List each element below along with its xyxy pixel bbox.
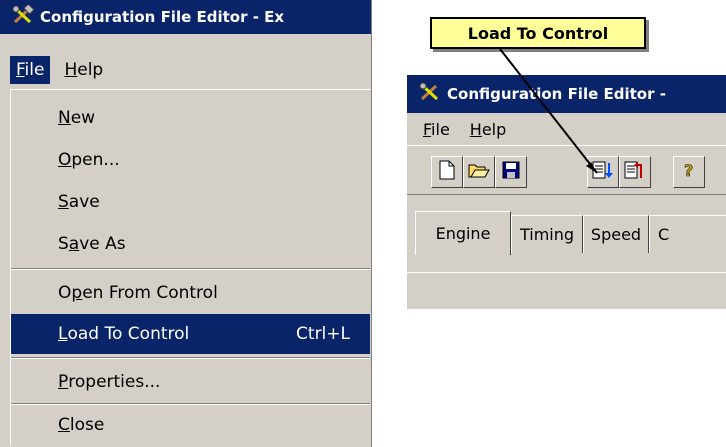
callout-arrow-icon: [499, 48, 598, 174]
